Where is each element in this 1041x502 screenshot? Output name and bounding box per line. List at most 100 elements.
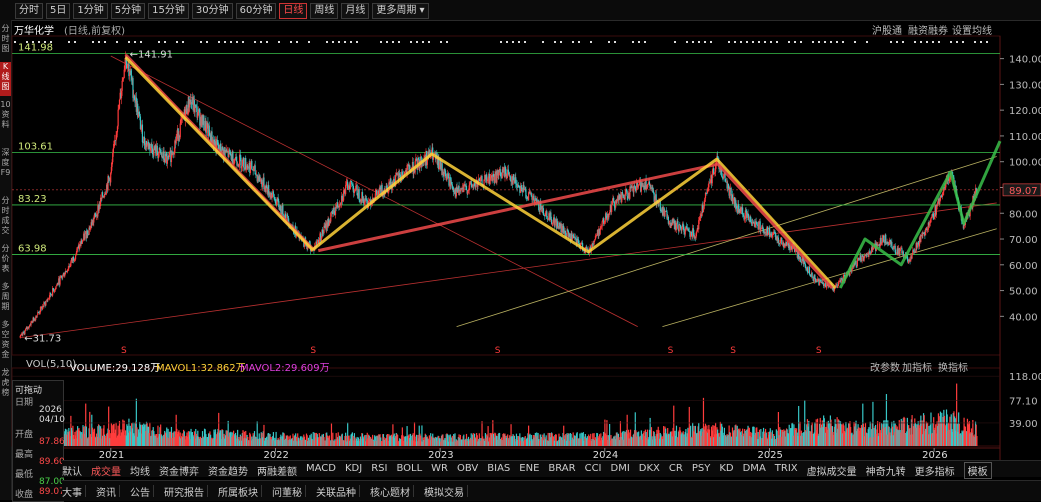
indicator-tab-14[interactable]: BRAR [548, 463, 575, 474]
indicator-tab-25[interactable]: 更多指标 [915, 463, 955, 478]
indicator-tab-3[interactable]: 资金博弈 [159, 463, 199, 478]
event-dot [896, 41, 898, 43]
chart-annotations: ←141.91 ←31.73 S S S S S S [24, 50, 822, 356]
indicator-tab-24[interactable]: 神奇九转 [866, 463, 906, 478]
event-dot [740, 41, 742, 43]
event-dot [164, 41, 166, 43]
bottom-tab-separator [207, 485, 208, 497]
indicator-tab-6[interactable]: MACD [306, 463, 336, 474]
volume-bar [976, 436, 978, 446]
price-tick-9: 130.00 [1009, 80, 1041, 91]
quote-info-box[interactable]: 可拖动 日期 2026 04/10 开盘 87.86 最高 89.60 最低 8… [12, 380, 65, 502]
bottom-tab-4[interactable]: 所属板块 [218, 484, 258, 499]
bottom-tab-8[interactable]: 模拟交易 [424, 484, 464, 499]
event-dot [176, 41, 178, 43]
event-marker-5: S [816, 346, 822, 356]
add-indicator-button[interactable]: 加指标 [902, 359, 932, 374]
event-dot [236, 41, 238, 43]
indicator-tab-16[interactable]: DMI [611, 463, 630, 474]
info-open: 87.86 [39, 437, 65, 447]
indicator-tab-2[interactable]: 均线 [130, 463, 150, 478]
event-dot [338, 41, 340, 43]
info-close-label: 收盘 [15, 490, 34, 500]
event-dot [728, 41, 730, 43]
bottom-tab-2[interactable]: 公告 [130, 484, 150, 499]
mavol2-value: MAVOL2:29.609万 [240, 363, 330, 374]
candle-body [59, 277, 61, 285]
indicator-tab-5[interactable]: 两融差额 [257, 463, 297, 478]
price-tick-6: 100.00 [1009, 158, 1041, 169]
indicator-tab-1[interactable]: 成交量 [91, 463, 121, 478]
event-dot [758, 41, 760, 43]
edit-params-button[interactable]: 改参数 [870, 359, 900, 374]
indicator-tab-22[interactable]: TRIX [775, 463, 798, 474]
event-dot [446, 41, 448, 43]
event-dot [506, 41, 508, 43]
event-dot [986, 41, 988, 43]
candle-body [358, 189, 360, 201]
indicator-tab-13[interactable]: ENE [519, 463, 539, 474]
kline-chart[interactable]: 141.98 103.61 83.23 63.98 40.00 50.00 60.00 70… [0, 0, 1041, 500]
bottom-tab-0[interactable]: 大事 [62, 484, 82, 499]
bottom-tab-6[interactable]: 关联品种 [316, 484, 356, 499]
event-dot [776, 41, 778, 43]
indicator-tab-23[interactable]: 虚拟成交量 [807, 463, 857, 478]
drawn-trend-line-4 [715, 161, 834, 290]
event-dot [710, 41, 712, 43]
indicator-tab-12[interactable]: BIAS [487, 463, 510, 474]
indicator-tab-17[interactable]: DKX [639, 463, 660, 474]
event-dot [206, 41, 208, 43]
candle-body [87, 230, 89, 235]
event-dot [608, 41, 610, 43]
thin-trend-line-3 [662, 228, 997, 328]
bottom-tab-1[interactable]: 资讯 [96, 484, 116, 499]
info-open-label: 开盘 [15, 430, 34, 440]
volume-indicator-name[interactable]: VOL(5,10) [26, 359, 76, 370]
event-dot [158, 41, 160, 43]
indicator-tab-21[interactable]: DMA [743, 463, 766, 474]
event-dot [332, 41, 334, 43]
candle-body [286, 214, 289, 217]
info-low-label: 最低 [15, 470, 34, 480]
candle-body [81, 241, 83, 244]
event-dot [926, 41, 928, 43]
indicator-tab-19[interactable]: PSY [692, 463, 711, 474]
drawn-trend-line-3 [312, 152, 837, 290]
event-dot [230, 41, 232, 43]
indicator-tab-9[interactable]: BOLL [396, 463, 422, 474]
event-dot [632, 41, 634, 43]
bottom-tab-separator [413, 485, 414, 497]
indicator-tab-7[interactable]: KDJ [345, 463, 362, 474]
indicator-tab-11[interactable]: OBV [457, 463, 478, 474]
indicator-tab-20[interactable]: KD [719, 463, 733, 474]
bottom-tab-3[interactable]: 研究报告 [164, 484, 204, 499]
change-indicator-button[interactable]: 换指标 [938, 359, 968, 374]
event-dot [746, 41, 748, 43]
indicator-tab-26[interactable]: 模板 [963, 462, 992, 479]
indicator-tab-10[interactable]: WR [431, 463, 448, 474]
indicator-tab-4[interactable]: 资金趋势 [208, 463, 248, 478]
candle-body [920, 235, 922, 242]
event-dot [674, 41, 676, 43]
candle-body [190, 99, 192, 103]
bottom-tab-5[interactable]: 问董秘 [272, 484, 302, 499]
indicator-tab-0[interactable]: 默认 [62, 463, 82, 478]
event-dot [554, 41, 556, 43]
event-dot [140, 41, 142, 43]
candle-body [509, 176, 511, 180]
candle-body [814, 274, 816, 279]
event-dot [950, 41, 952, 43]
indicator-tab-18[interactable]: CR [669, 463, 683, 474]
event-dot [788, 41, 790, 43]
candle-body [409, 165, 411, 170]
candle-body [349, 181, 351, 189]
price-level-label-2: 83.23 [18, 194, 47, 205]
event-dot [92, 41, 94, 43]
event-dot [380, 41, 382, 43]
bottom-tab-7[interactable]: 核心题材 [370, 484, 410, 499]
event-dot [416, 41, 418, 43]
event-dot [410, 41, 412, 43]
indicator-tab-8[interactable]: RSI [371, 463, 387, 474]
bottom-tab-separator [153, 485, 154, 497]
indicator-tab-15[interactable]: CCI [585, 463, 602, 474]
